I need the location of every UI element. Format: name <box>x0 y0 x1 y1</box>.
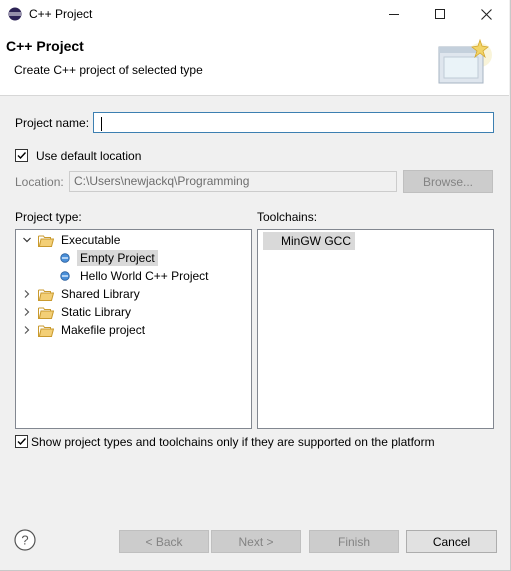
tree-label: Static Library <box>61 305 132 319</box>
text-caret <box>101 117 102 131</box>
project-type-tree[interactable]: Executable Empty Project Hello World C++… <box>15 229 252 429</box>
browse-button[interactable]: Browse... <box>403 170 493 193</box>
tree-item-hello-world[interactable]: Hello World C++ Project <box>60 267 212 285</box>
chevron-right-icon[interactable] <box>22 307 32 317</box>
checkmark-icon <box>17 438 27 446</box>
chevron-down-icon[interactable] <box>22 235 32 245</box>
minimize-button[interactable] <box>371 0 417 28</box>
close-button[interactable] <box>463 0 509 28</box>
page-title: C++ Project <box>6 38 84 54</box>
toolchains-list[interactable]: MinGW GCC <box>257 229 494 429</box>
maximize-button[interactable] <box>417 0 463 28</box>
toolchains-label: Toolchains: <box>257 210 318 224</box>
chevron-right-icon[interactable] <box>22 325 32 335</box>
project-name-label: Project name: <box>15 116 90 130</box>
window-title: C++ Project <box>29 7 93 21</box>
finish-button[interactable]: Finish <box>309 530 399 553</box>
toolchain-label: MinGW GCC <box>263 232 355 250</box>
tree-item-static-library[interactable]: Static Library <box>22 303 134 321</box>
use-default-location-label: Use default location <box>36 149 142 163</box>
folder-icon <box>38 235 54 247</box>
tree-label: Hello World C++ Project <box>80 269 209 283</box>
tree-label: Executable <box>61 233 121 247</box>
title-bar: C++ Project <box>0 0 509 28</box>
svg-text:?: ? <box>21 533 28 548</box>
tree-item-makefile-project[interactable]: Makefile project <box>22 321 148 339</box>
tree-item-executable[interactable]: Executable <box>22 231 123 249</box>
project-template-icon <box>60 253 70 263</box>
location-label: Location: <box>15 175 64 189</box>
tree-label: Shared Library <box>61 287 140 301</box>
maximize-icon <box>435 9 445 19</box>
project-template-icon <box>60 271 70 281</box>
next-button[interactable]: Next > <box>211 530 301 553</box>
close-icon <box>480 8 492 20</box>
cpp-project-dialog: C++ Project C++ Project Create C++ proje… <box>0 0 511 571</box>
folder-icon <box>38 307 54 319</box>
toolchain-item-mingw-gcc[interactable]: MinGW GCC <box>263 232 355 250</box>
tree-label: Makefile project <box>61 323 146 337</box>
supported-only-checkbox[interactable] <box>15 435 28 448</box>
wizard-header: C++ Project Create C++ project of select… <box>0 28 509 96</box>
project-type-label: Project type: <box>15 210 82 224</box>
folder-icon <box>38 325 54 337</box>
help-icon[interactable]: ? <box>14 529 36 551</box>
location-input[interactable]: C:\Users\newjackq\Programming <box>69 171 397 192</box>
minimize-icon <box>389 14 399 15</box>
new-project-wizard-icon <box>438 38 492 84</box>
location-value: C:\Users\newjackq\Programming <box>74 174 250 188</box>
project-name-input[interactable] <box>93 112 494 133</box>
supported-only-label: Show project types and toolchains only i… <box>31 435 435 449</box>
back-button[interactable]: < Back <box>119 530 209 553</box>
cancel-button[interactable]: Cancel <box>406 530 497 553</box>
folder-icon <box>38 289 54 301</box>
chevron-right-icon[interactable] <box>22 289 32 299</box>
tree-item-empty-project[interactable]: Empty Project <box>60 249 158 267</box>
use-default-location-checkbox[interactable] <box>15 149 28 162</box>
tree-item-shared-library[interactable]: Shared Library <box>22 285 143 303</box>
page-description: Create C++ project of selected type <box>14 63 203 77</box>
eclipse-icon <box>8 7 22 21</box>
tree-label: Empty Project <box>77 250 158 266</box>
checkmark-icon <box>17 152 27 160</box>
